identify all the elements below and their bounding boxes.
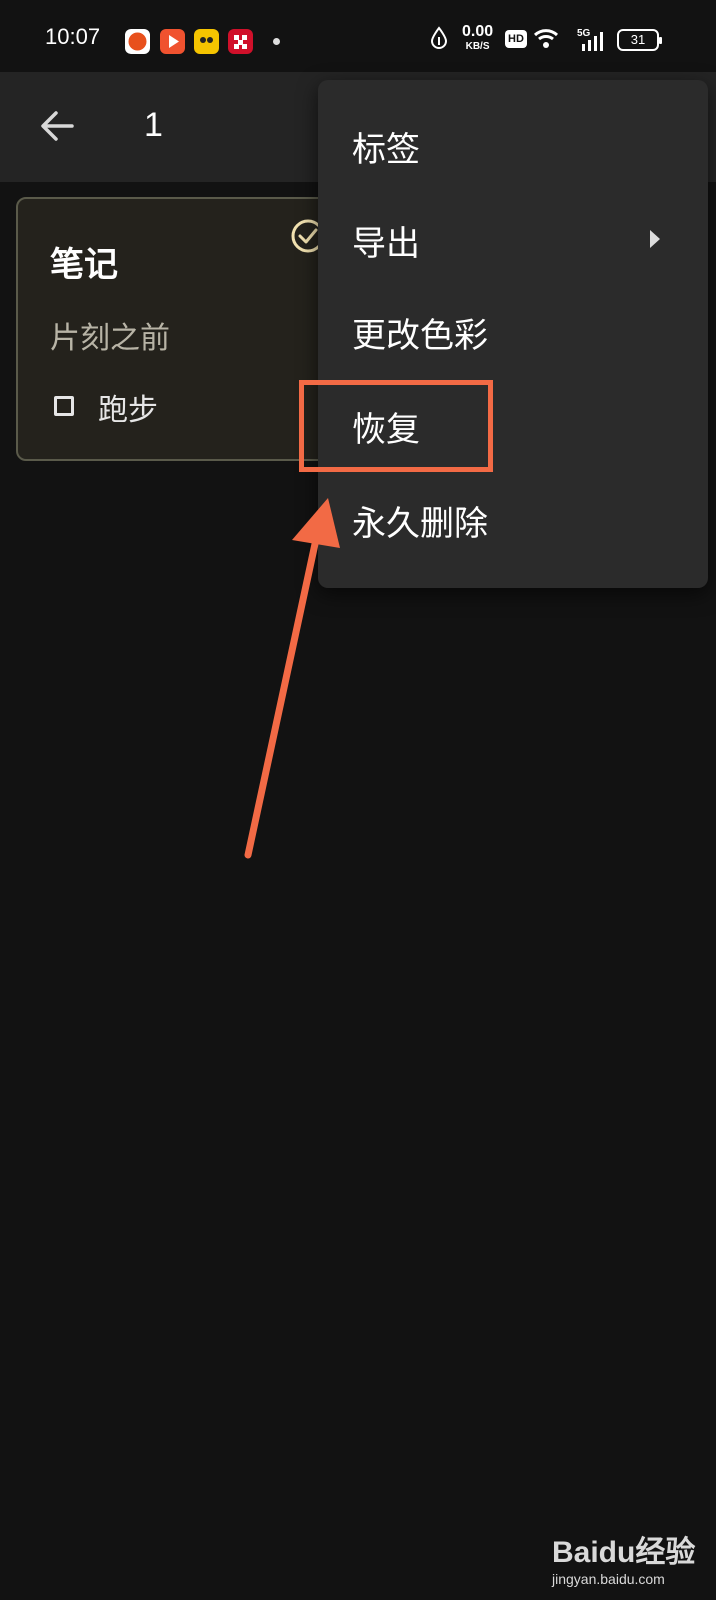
checklist-item-text: 跑步	[98, 393, 158, 428]
back-arrow-icon[interactable]	[38, 106, 78, 146]
menu-item-change-color[interactable]: 更改色彩	[352, 308, 488, 357]
game-app-icon	[194, 29, 219, 54]
signal-icon	[582, 32, 603, 51]
status-time: 10:07	[45, 24, 101, 49]
network-speed-value: 0.00	[462, 23, 494, 40]
status-bar: 10:07 0.00 KB/S HD 5G 31	[0, 0, 716, 72]
hd-badge: HD	[505, 30, 527, 48]
highlight-box	[299, 380, 493, 472]
note-title: 笔记	[50, 245, 118, 285]
selected-count: 1	[144, 106, 163, 144]
network-speed: 0.00 KB/S	[462, 24, 493, 54]
more-notifications-dot	[273, 38, 280, 45]
water-drop-icon	[430, 26, 448, 49]
menu-item-tags[interactable]: 标签	[352, 122, 420, 171]
overflow-menu: 标签 导出 更改色彩 恢复 永久删除	[318, 80, 708, 588]
battery-icon: 31	[617, 29, 662, 51]
watermark-site: jingyan.baidu.com	[552, 1571, 665, 1587]
watermark-brand: Baidu经验	[552, 1536, 696, 1569]
menu-item-export[interactable]: 导出	[352, 216, 420, 265]
baidu-watermark: Baidu经验 jingyan.baidu.com	[548, 1525, 708, 1593]
video-app-icon	[160, 29, 185, 54]
notification-app-icon	[125, 29, 150, 54]
wifi-icon	[533, 29, 559, 48]
battery-level: 31	[630, 32, 646, 47]
pattern-app-icon	[228, 29, 253, 54]
note-timestamp: 片刻之前	[50, 321, 170, 356]
submenu-arrow-icon	[650, 230, 660, 248]
network-speed-unit: KB/S	[465, 41, 490, 52]
checklist-checkbox[interactable]	[54, 396, 74, 416]
menu-item-delete-permanently[interactable]: 永久删除	[352, 496, 488, 545]
